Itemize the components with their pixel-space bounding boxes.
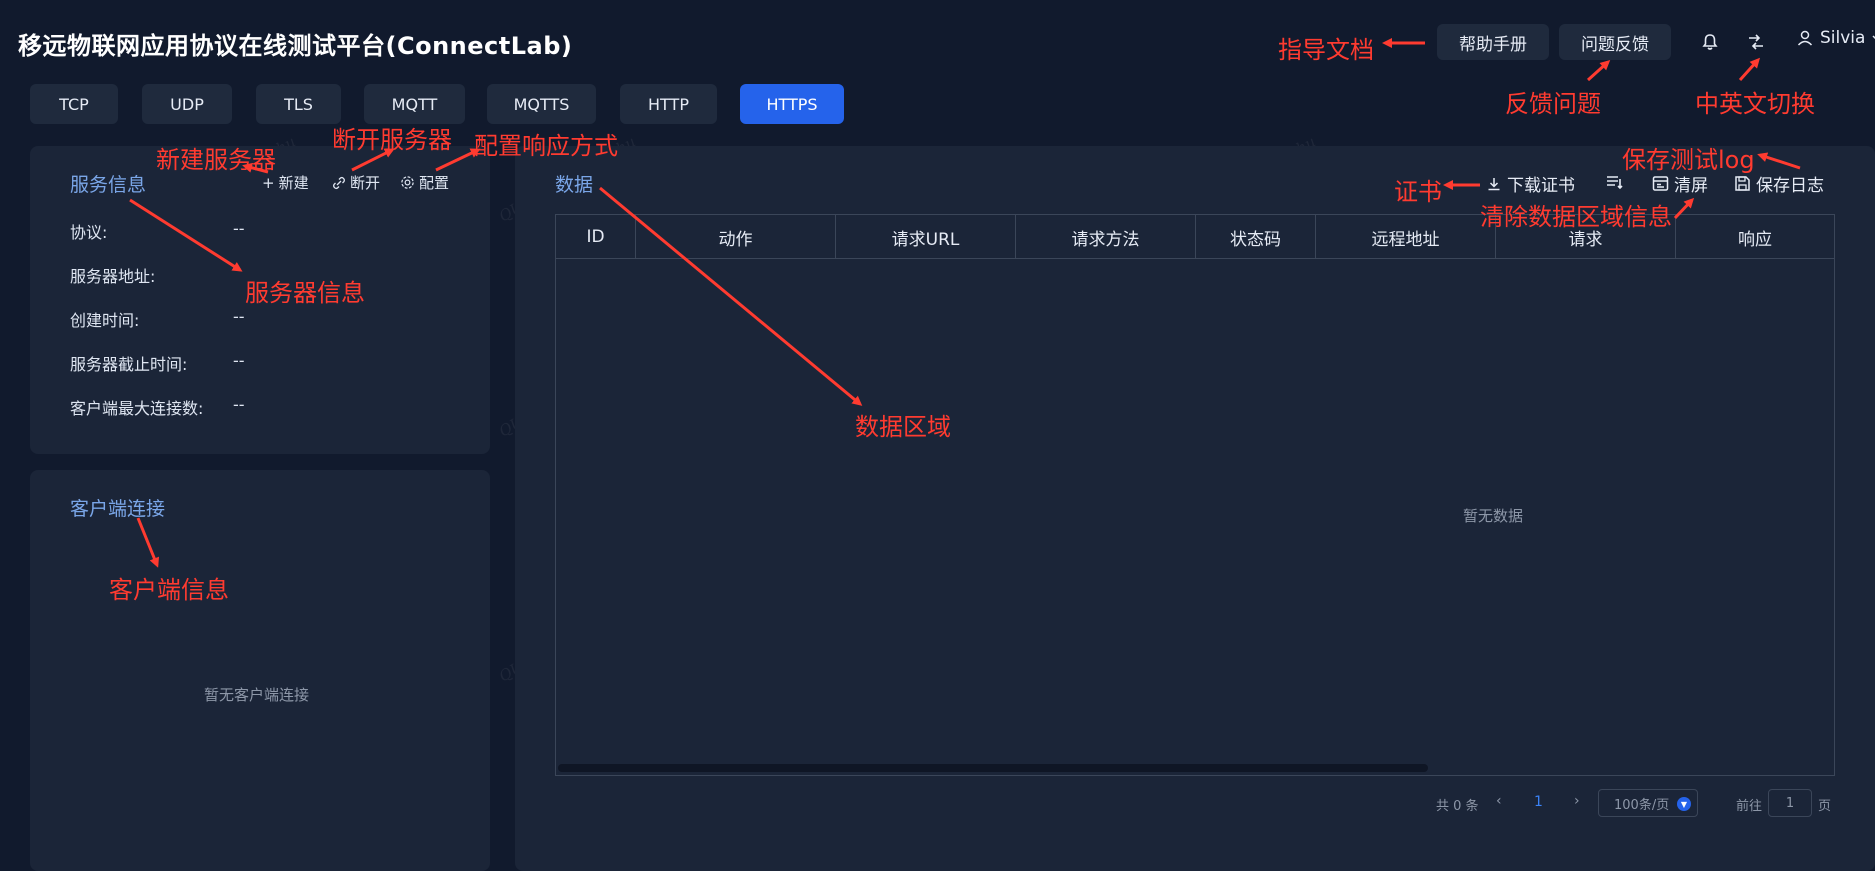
client-connections-panel	[30, 470, 490, 871]
data-table: ID 动作 请求URL 请求方法 状态码 远程地址 请求 响应	[555, 214, 1835, 776]
page-size-select[interactable]: 100条/页 ▼	[1598, 789, 1698, 817]
language-switch-icon[interactable]	[1744, 30, 1768, 54]
chevron-down-icon: ▼	[1677, 797, 1691, 811]
tab-mqtt[interactable]: MQTT	[364, 84, 465, 124]
user-menu[interactable]: Silvia	[1796, 28, 1875, 48]
annotation-language-switch: 中英文切换	[1695, 90, 1815, 118]
feedback-button[interactable]: 问题反馈	[1559, 24, 1671, 60]
tab-mqtts[interactable]: MQTTS	[487, 84, 596, 124]
annotation-feedback: 反馈问题	[1505, 90, 1601, 118]
link-icon	[333, 176, 345, 189]
download-icon	[1488, 177, 1500, 190]
arrow-language-switch	[1738, 57, 1761, 82]
annotation-clear-data: 清除数据区域信息	[1480, 203, 1672, 231]
annotation-disconnect-server: 断开服务器	[332, 126, 452, 154]
annotation-guide-doc: 指导文档	[1278, 36, 1374, 64]
save-log-label: 保存日志	[1756, 176, 1824, 196]
max-connections-value: --	[233, 395, 245, 414]
total-count: 共 0 条	[1436, 799, 1479, 814]
disconnect-button[interactable]: 断开	[332, 172, 380, 193]
server-expiry-value: --	[233, 351, 245, 370]
empty-data-text: 暂无数据	[1463, 507, 1524, 525]
column-settings-button[interactable]	[1606, 174, 1624, 190]
new-server-label: 新建	[278, 174, 309, 192]
goto-label: 前往	[1736, 799, 1763, 814]
col-request-method: 请求方法	[1016, 215, 1196, 259]
user-name: Silvia	[1820, 28, 1866, 48]
annotation-client-info: 客户端信息	[109, 576, 229, 604]
annotation-data-area: 数据区域	[855, 413, 951, 441]
bell-icon[interactable]	[1698, 30, 1722, 54]
disconnect-label: 断开	[350, 174, 381, 192]
tab-tls[interactable]: TLS	[256, 84, 341, 124]
horizontal-scrollbar[interactable]	[558, 764, 1428, 772]
plus-icon: +	[262, 173, 275, 192]
gear-icon	[401, 176, 414, 189]
user-icon	[1797, 30, 1813, 46]
col-status-code: 状态码	[1196, 215, 1316, 259]
help-manual-button[interactable]: 帮助手册	[1437, 24, 1549, 60]
annotation-server-info: 服务器信息	[245, 279, 365, 307]
tab-https[interactable]: HTTPS	[740, 84, 844, 124]
annotation-save-log: 保存测试log	[1622, 146, 1755, 174]
chevron-down-icon	[1872, 35, 1875, 39]
col-request-url: 请求URL	[836, 215, 1016, 259]
page-suffix: 页	[1818, 799, 1832, 814]
col-action: 动作	[636, 215, 836, 259]
protocol-value: --	[233, 219, 245, 238]
max-connections-label: 客户端最大连接数:	[70, 399, 204, 418]
current-page[interactable]: 1	[1534, 794, 1543, 810]
config-label: 配置	[419, 174, 450, 192]
arrow-feedback	[1586, 59, 1611, 82]
empty-clients-text: 暂无客户端连接	[204, 686, 310, 704]
tab-tcp[interactable]: TCP	[30, 84, 118, 124]
created-time-value: --	[233, 307, 245, 326]
save-icon	[1735, 176, 1750, 191]
download-cert-button[interactable]: 下载证书	[1486, 171, 1575, 196]
server-expiry-label: 服务器截止时间:	[70, 355, 188, 374]
data-title: 数据	[555, 174, 594, 196]
config-button[interactable]: 配置	[400, 172, 449, 193]
prev-page-icon[interactable]: ‹	[1496, 793, 1502, 809]
col-id: ID	[556, 215, 636, 259]
service-info-title: 服务信息	[70, 174, 147, 196]
clear-screen-icon	[1652, 176, 1669, 191]
col-remote-address: 远程地址	[1316, 215, 1496, 259]
annotation-certificate: 证书	[1394, 178, 1442, 206]
next-page-icon[interactable]: ›	[1574, 793, 1580, 809]
download-cert-label: 下载证书	[1507, 176, 1575, 196]
col-response: 响应	[1738, 229, 1772, 250]
tab-udp[interactable]: UDP	[142, 84, 232, 124]
client-connections-title: 客户端连接	[70, 498, 166, 520]
protocol-label: 协议:	[70, 223, 108, 242]
tab-http[interactable]: HTTP	[620, 84, 717, 124]
page-size-value: 100条/页	[1614, 797, 1670, 813]
list-settings-icon	[1607, 176, 1623, 190]
server-address-label: 服务器地址:	[70, 267, 156, 286]
annotation-new-server: 新建服务器	[156, 146, 276, 174]
annotation-config-response: 配置响应方式	[474, 132, 618, 160]
app-title: 移远物联网应用协议在线测试平台(ConnectLab)	[18, 32, 573, 60]
new-server-button[interactable]: + 新建	[262, 172, 309, 193]
goto-page-input[interactable]	[1768, 789, 1812, 817]
created-time-label: 创建时间:	[70, 311, 140, 330]
